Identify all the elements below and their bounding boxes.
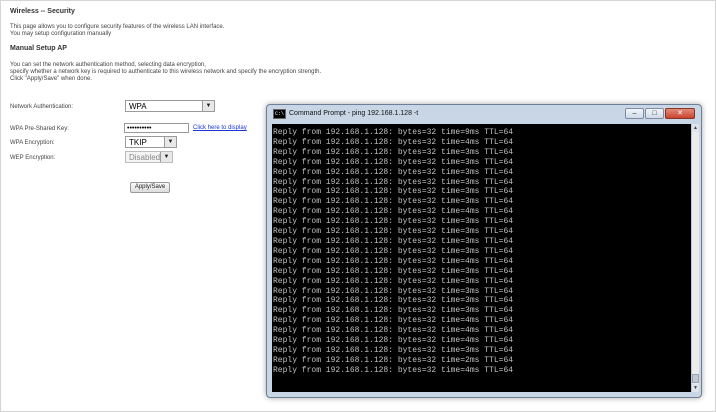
console-line: Reply from 192.168.1.128: bytes=32 time=… (273, 266, 514, 276)
console-line: Reply from 192.168.1.128: bytes=32 time=… (273, 276, 514, 286)
console-line: Reply from 192.168.1.128: bytes=32 time=… (273, 246, 514, 256)
page-title: Wireless -- Security (10, 8, 75, 15)
console-line: Reply from 192.168.1.128: bytes=32 time=… (273, 217, 514, 227)
console-line: Reply from 192.168.1.128: bytes=32 time=… (273, 326, 514, 336)
scroll-thumb[interactable] (692, 374, 699, 383)
apply-save-button[interactable]: Apply/Save (130, 182, 170, 193)
console-line: Reply from 192.168.1.128: bytes=32 time=… (273, 157, 514, 167)
display-key-link[interactable]: Click here to display (193, 125, 247, 131)
minimize-button[interactable]: – (625, 108, 644, 119)
command-prompt-window[interactable]: C:\ Command Prompt - ping 192.168.1.128 … (266, 104, 702, 398)
console-line: Reply from 192.168.1.128: bytes=32 time=… (273, 296, 514, 306)
wep-encryption-value: Disabled (129, 153, 161, 162)
wep-encryption-label: WEP Encryption: (10, 155, 56, 161)
intro-text-line-1: This page allows you to configure securi… (10, 24, 225, 30)
manual-setup-heading: Manual Setup AP (10, 45, 67, 52)
console-line: Reply from 192.168.1.128: bytes=32 time=… (273, 286, 514, 296)
console-line: Reply from 192.168.1.128: bytes=32 time=… (273, 306, 514, 316)
console-line: Reply from 192.168.1.128: bytes=32 time=… (273, 227, 514, 237)
manual-text-line-1: You can set the network authentication m… (10, 62, 206, 68)
terminal-icon: C:\ (273, 109, 286, 119)
console-line: Reply from 192.168.1.128: bytes=32 time=… (273, 236, 514, 246)
scrollbar[interactable]: ▲ ▼ (691, 124, 699, 392)
wpa-encryption-select[interactable]: TKIP ▼ (125, 136, 177, 148)
console-line: Reply from 192.168.1.128: bytes=32 time=… (273, 137, 514, 147)
wep-encryption-select: Disabled ▼ (125, 151, 173, 163)
console-line: Reply from 192.168.1.128: bytes=32 time=… (273, 207, 514, 217)
console-line: Reply from 192.168.1.128: bytes=32 time=… (273, 147, 514, 157)
console-line: Reply from 192.168.1.128: bytes=32 time=… (273, 355, 514, 365)
console-line: Reply from 192.168.1.128: bytes=32 time=… (273, 128, 514, 137)
console-line: Reply from 192.168.1.128: bytes=32 time=… (273, 167, 514, 177)
psk-input[interactable]: •••••••••• (124, 123, 189, 133)
network-auth-select[interactable]: WPA ▼ (125, 100, 215, 112)
intro-text-line-2: You may setup configuration manually (10, 31, 112, 37)
psk-label: WPA Pre-Shared Key: (10, 126, 69, 132)
manual-text-line-3: Click "Apply/Save" when done. (10, 76, 92, 82)
scroll-up-icon[interactable]: ▲ (692, 124, 699, 132)
manual-text-line-2: specify whether a network key is require… (10, 69, 322, 75)
chevron-down-icon: ▼ (202, 101, 214, 111)
console-output[interactable]: Reply from 192.168.1.128: bytes=32 time=… (272, 124, 691, 392)
window-title: Command Prompt - ping 192.168.1.128 -t (289, 110, 419, 117)
chevron-down-icon: ▼ (164, 137, 176, 147)
network-auth-label: Network Authentication: (10, 104, 74, 110)
console-line: Reply from 192.168.1.128: bytes=32 time=… (273, 187, 514, 197)
console-line: Reply from 192.168.1.128: bytes=32 time=… (273, 316, 514, 326)
scroll-down-icon[interactable]: ▼ (692, 384, 699, 392)
wpa-encryption-value: TKIP (129, 138, 147, 147)
console-line: Reply from 192.168.1.128: bytes=32 time=… (273, 336, 514, 346)
console-line: Reply from 192.168.1.128: bytes=32 time=… (273, 345, 514, 355)
console-line: Reply from 192.168.1.128: bytes=32 time=… (273, 197, 514, 207)
console-line: Reply from 192.168.1.128: bytes=32 time=… (273, 177, 514, 187)
close-button[interactable]: ✕ (665, 108, 695, 119)
wpa-encryption-label: WPA Encryption: (10, 140, 55, 146)
console-line: Reply from 192.168.1.128: bytes=32 time=… (273, 365, 514, 375)
maximize-button[interactable]: □ (645, 108, 664, 119)
console-line: Reply from 192.168.1.128: bytes=32 time=… (273, 256, 514, 266)
network-auth-value: WPA (129, 102, 147, 111)
chevron-down-icon: ▼ (160, 152, 172, 162)
